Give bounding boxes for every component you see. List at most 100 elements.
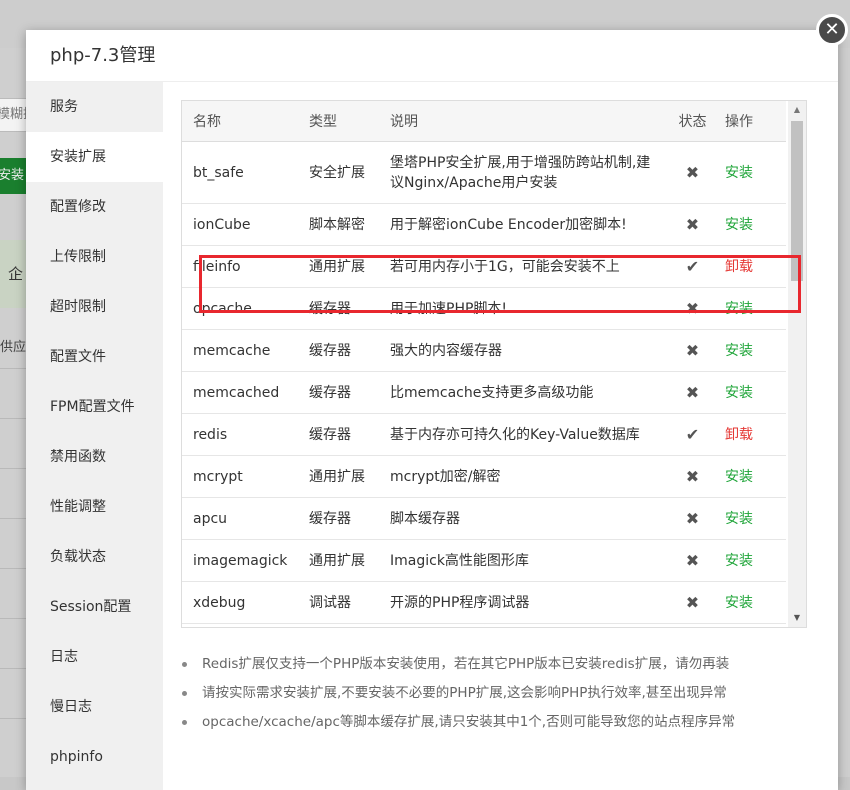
sidebar-item-load-status[interactable]: 负载状态	[26, 532, 163, 582]
ext-name: imagemagick	[182, 539, 298, 582]
x-mark-icon: ✖	[671, 203, 714, 246]
ext-type: 缓存器	[298, 371, 379, 414]
ext-desc: 用于加速PHP脚本!	[379, 287, 671, 330]
help-notes: Redis扩展仅支持一个PHP版本安装使用，若在其它PHP版本已安装redis扩…	[180, 650, 800, 737]
ext-desc: 脚本缓存器	[379, 497, 671, 540]
ext-desc: 开源的PHP程序调试器	[379, 581, 671, 624]
table-row: opcache 缓存器 用于加速PHP脚本! ✖ 安装	[182, 287, 786, 330]
ext-desc: 若可用内存小于1G，可能会安装不上	[379, 245, 671, 288]
check-mark-icon: ✔	[671, 413, 714, 456]
ext-name: bt_safe	[182, 141, 298, 204]
table-row: ionCube 脚本解密 用于解密ionCube Encoder加密脚本! ✖ …	[182, 203, 786, 246]
table-scrollbar[interactable]: ▲ ▼	[788, 101, 806, 627]
table-row: xdebug 调试器 开源的PHP程序调试器 ✖ 安装	[182, 581, 786, 624]
x-mark-icon: ✖	[671, 287, 714, 330]
header-op: 操作	[714, 101, 786, 142]
ext-name: memcached	[182, 371, 298, 414]
x-mark-icon: ✖	[671, 141, 714, 204]
x-mark-icon: ✖	[671, 539, 714, 582]
scroll-thumb[interactable]	[791, 121, 803, 281]
sidebar-item-log[interactable]: 日志	[26, 632, 163, 682]
x-mark-icon: ✖	[671, 371, 714, 414]
bullet-dot-icon	[182, 691, 187, 696]
ext-name: fileinfo	[182, 245, 298, 288]
header-status: 状态	[671, 101, 714, 142]
sidebar-item-fpm-config[interactable]: FPM配置文件	[26, 382, 163, 432]
install-link[interactable]: 安装	[714, 329, 786, 372]
install-link[interactable]: 安装	[714, 287, 786, 330]
ext-name: opcache	[182, 287, 298, 330]
sidebar-item-service[interactable]: 服务	[26, 82, 163, 132]
sidebar-item-session-config[interactable]: Session配置	[26, 582, 163, 632]
uninstall-link[interactable]: 卸载	[714, 245, 786, 288]
x-mark-icon: ✖	[671, 497, 714, 540]
modal-title: php-7.3管理	[26, 30, 838, 82]
ext-desc: 基于内存亦可持久化的Key-Value数据库	[379, 413, 671, 456]
background-install-button: 安装	[0, 158, 28, 194]
table-row: fileinfo 通用扩展 若可用内存小于1G，可能会安装不上 ✔ 卸载	[182, 245, 786, 288]
install-link[interactable]: 安装	[714, 455, 786, 498]
uninstall-link[interactable]: 卸载	[714, 413, 786, 456]
ext-type: 缓存器	[298, 497, 379, 540]
scroll-up-arrow-icon[interactable]: ▲	[788, 103, 806, 117]
table-row: imagemagick 通用扩展 Imagick高性能图形库 ✖ 安装	[182, 539, 786, 582]
check-mark-icon: ✔	[671, 245, 714, 288]
php-manager-modal: php-7.3管理 服务 安装扩展 配置修改 上传限制 超时限制 配置文件 FP…	[26, 30, 838, 790]
extensions-panel: 名称 类型 说明 状态 操作 bt_safe 安全扩展 堡塔PHP安全扩展,用于…	[163, 82, 838, 790]
extensions-table-container[interactable]: 名称 类型 说明 状态 操作 bt_safe 安全扩展 堡塔PHP安全扩展,用于…	[181, 100, 807, 628]
note-item: 请按实际需求安装扩展,不要安装不必要的PHP扩展,这会影响PHP执行效率,甚至出…	[180, 679, 800, 708]
table-row: redis 缓存器 基于内存亦可持久化的Key-Value数据库 ✔ 卸载	[182, 413, 786, 456]
close-icon[interactable]: ✕	[816, 14, 848, 46]
ext-type: 通用扩展	[298, 245, 379, 288]
install-link[interactable]: 安装	[714, 141, 786, 204]
sidebar-item-performance[interactable]: 性能调整	[26, 482, 163, 532]
ext-desc: 比memcache支持更多高级功能	[379, 371, 671, 414]
ext-type: 缓存器	[298, 329, 379, 372]
ext-name: redis	[182, 413, 298, 456]
ext-type: 调试器	[298, 581, 379, 624]
ext-name: mcrypt	[182, 455, 298, 498]
extensions-table: 名称 类型 说明 状态 操作 bt_safe 安全扩展 堡塔PHP安全扩展,用于…	[182, 101, 786, 624]
sidebar-item-phpinfo[interactable]: phpinfo	[26, 732, 163, 782]
ext-desc: 用于解密ionCube Encoder加密脚本!	[379, 203, 671, 246]
bullet-dot-icon	[182, 720, 187, 725]
ext-name: apcu	[182, 497, 298, 540]
ext-desc: 堡塔PHP安全扩展,用于增强防跨站机制,建议Nginx/Apache用户安装	[379, 141, 671, 204]
table-row: apcu 缓存器 脚本缓存器 ✖ 安装	[182, 497, 786, 540]
sidebar-item-disabled-functions[interactable]: 禁用函数	[26, 432, 163, 482]
sidebar-item-install-extensions[interactable]: 安装扩展	[26, 132, 163, 182]
x-mark-icon: ✖	[671, 581, 714, 624]
header-desc: 说明	[379, 101, 671, 142]
ext-type: 通用扩展	[298, 455, 379, 498]
ext-type: 缓存器	[298, 413, 379, 456]
sidebar-item-upload-limit[interactable]: 上传限制	[26, 232, 163, 282]
sidebar-item-config-edit[interactable]: 配置修改	[26, 182, 163, 232]
install-link[interactable]: 安装	[714, 539, 786, 582]
sidebar-item-timeout-limit[interactable]: 超时限制	[26, 282, 163, 332]
ext-name: memcache	[182, 329, 298, 372]
table-row: mcrypt 通用扩展 mcrypt加密/解密 ✖ 安装	[182, 455, 786, 498]
x-mark-icon: ✖	[671, 329, 714, 372]
header-type: 类型	[298, 101, 379, 142]
install-link[interactable]: 安装	[714, 203, 786, 246]
install-link[interactable]: 安装	[714, 371, 786, 414]
scroll-down-arrow-icon[interactable]: ▼	[788, 611, 806, 625]
install-link[interactable]: 安装	[714, 497, 786, 540]
sidebar: 服务 安装扩展 配置修改 上传限制 超时限制 配置文件 FPM配置文件 禁用函数…	[26, 82, 163, 790]
install-link[interactable]: 安装	[714, 581, 786, 624]
header-name: 名称	[182, 101, 298, 142]
ext-type: 安全扩展	[298, 141, 379, 204]
sidebar-item-config-file[interactable]: 配置文件	[26, 332, 163, 382]
note-item: Redis扩展仅支持一个PHP版本安装使用，若在其它PHP版本已安装redis扩…	[180, 650, 800, 679]
ext-type: 通用扩展	[298, 539, 379, 582]
sidebar-item-slow-log[interactable]: 慢日志	[26, 682, 163, 732]
ext-desc: Imagick高性能图形库	[379, 539, 671, 582]
note-item: opcache/xcache/apc等脚本缓存扩展,请只安装其中1个,否则可能导…	[180, 708, 800, 737]
ext-name: xdebug	[182, 581, 298, 624]
ext-desc: mcrypt加密/解密	[379, 455, 671, 498]
x-mark-icon: ✖	[671, 455, 714, 498]
table-row: memcache 缓存器 强大的内容缓存器 ✖ 安装	[182, 329, 786, 372]
ext-type: 脚本解密	[298, 203, 379, 246]
table-header-row: 名称 类型 说明 状态 操作	[182, 101, 786, 142]
table-row: memcached 缓存器 比memcache支持更多高级功能 ✖ 安装	[182, 371, 786, 414]
